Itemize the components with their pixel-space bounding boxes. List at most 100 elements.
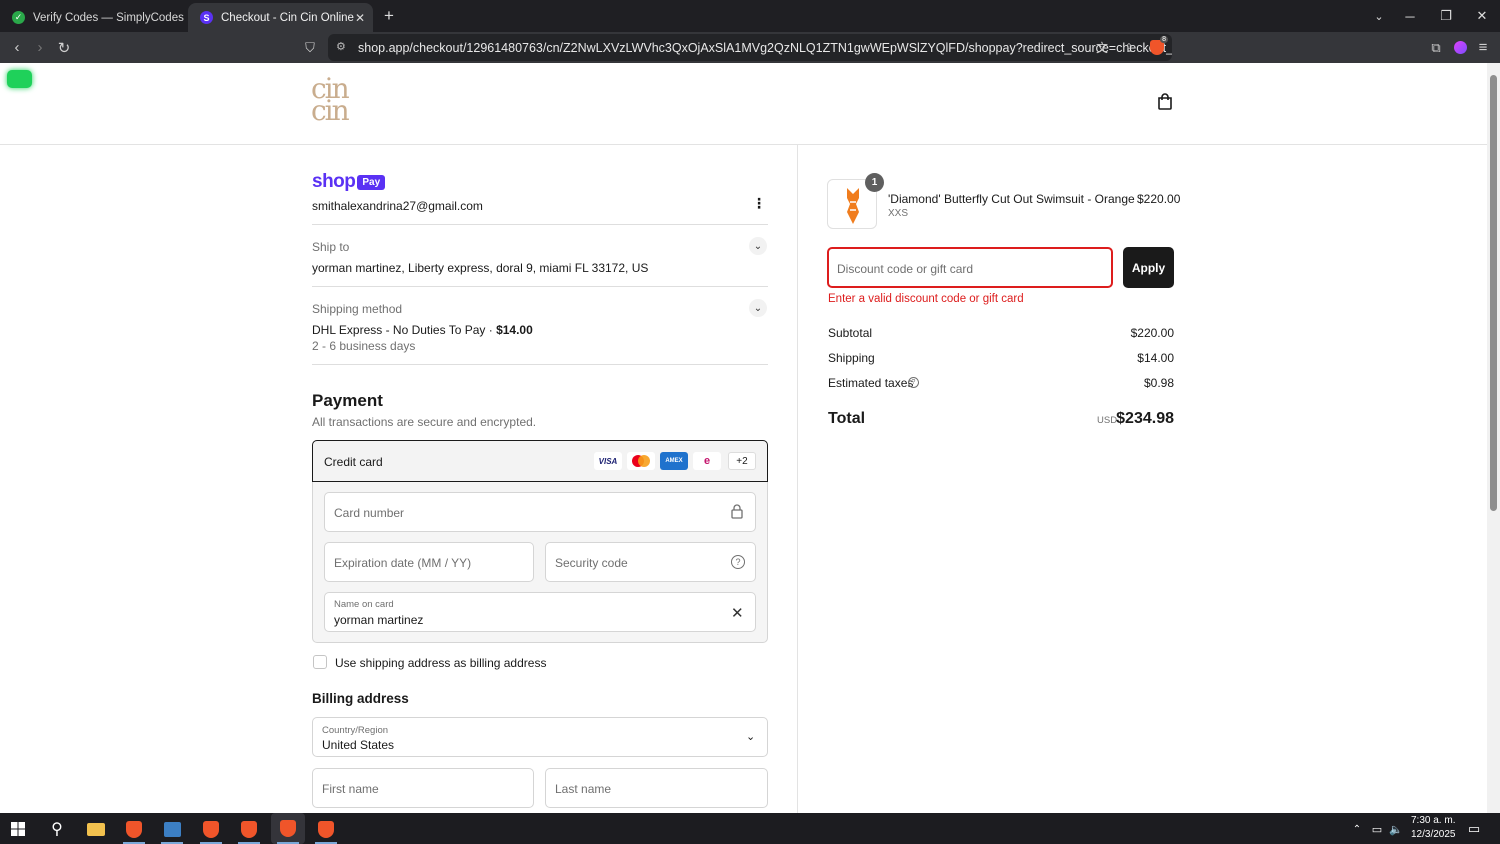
help-icon[interactable]: ? (731, 555, 745, 569)
more-cards-badge: +2 (728, 452, 756, 470)
windows-taskbar: ⚲ ⌃ ▭ 🔈 7:30 a. m. 12/3/2025 ▭ (0, 813, 1500, 844)
brave-shield-icon[interactable]: 8 (1144, 32, 1170, 63)
last-name-placeholder: Last name (555, 782, 612, 796)
pay-badge: Pay (357, 174, 386, 190)
name-on-card-label: Name on card (334, 599, 394, 610)
header-divider (0, 144, 1487, 145)
divider (312, 224, 768, 225)
file-explorer-icon[interactable] (84, 817, 108, 841)
taxes-value: $0.98 (1143, 376, 1174, 390)
extensions-icon[interactable]: ⧉ (1423, 32, 1449, 63)
billing-same-label: Use shipping address as billing address (335, 656, 547, 670)
ship-to-address: yorman martinez, Liberty express, doral … (312, 261, 649, 275)
scrollbar-thumb[interactable] (1490, 75, 1497, 511)
simplycodes-widget-icon[interactable] (7, 70, 32, 88)
checkout-page: cin cin shop Pay smithalexandrina27@gmai… (0, 63, 1487, 813)
clock-time[interactable]: 7:30 a. m. (1411, 815, 1455, 826)
shop-pay-logo: shop Pay (312, 171, 386, 193)
account-email: smithalexandrina27@gmail.com (312, 199, 483, 213)
address-bar[interactable]: ⚙ shop.app/checkout/12961480763/cn/Z2NwL… (328, 34, 1172, 61)
security-code-field[interactable]: Security code ? (545, 542, 756, 582)
site-settings-icon[interactable]: ⚙ (336, 40, 346, 53)
notifications-icon[interactable]: ▭ (1462, 817, 1486, 841)
divider (312, 286, 768, 287)
shipping-method-label: Shipping method (312, 302, 403, 316)
search-icon[interactable]: ⚲ (45, 817, 69, 841)
brave-taskbar-icon-active[interactable] (271, 813, 305, 844)
shipping-method-price: $14.00 (496, 323, 533, 337)
logo-line: cin (311, 94, 350, 127)
expiration-placeholder: Expiration date (MM / YY) (334, 556, 472, 570)
shipping-eta: 2 - 6 business days (312, 339, 416, 353)
menu-icon[interactable]: ≡ (1470, 32, 1496, 63)
translate-icon[interactable]: 文 (1089, 32, 1115, 63)
billing-heading: Billing address (312, 691, 409, 706)
minimize-icon[interactable]: ─ (1392, 0, 1428, 32)
shopping-bag-icon[interactable] (1157, 93, 1173, 110)
url-text: shop.app/checkout/12961480763/cn/Z2NwLXV… (358, 40, 1172, 55)
volume-icon[interactable]: 🔈 (1384, 817, 1408, 841)
page-scrollbar[interactable] (1487, 63, 1500, 813)
close-tab-icon[interactable]: ✕ (355, 11, 365, 25)
brave-taskbar-icon[interactable] (314, 817, 338, 841)
card-number-placeholder: Card number (334, 506, 405, 520)
apply-button[interactable]: Apply (1123, 247, 1174, 288)
discount-code-input[interactable]: Discount code or gift card (827, 247, 1113, 288)
shop-favicon-icon: S (200, 11, 213, 24)
shield-badge: 8 (1160, 36, 1168, 43)
more-options-icon[interactable]: ⋮ (752, 196, 766, 210)
discount-placeholder: Discount code or gift card (837, 262, 974, 276)
payment-subtitle: All transactions are secure and encrypte… (312, 415, 537, 429)
new-tab-icon[interactable]: + (371, 0, 407, 32)
visa-icon: VISA (594, 452, 622, 470)
shop-wordmark: shop (312, 171, 356, 192)
bookmark-icon[interactable]: ⛉ (297, 32, 323, 63)
product-name: 'Diamond' Butterfly Cut Out Swimsuit - O… (888, 192, 1135, 206)
first-name-field[interactable]: First name (312, 768, 534, 808)
tab-verify-codes[interactable]: ✓ Verify Codes — SimplyCodes (0, 3, 185, 32)
restore-icon[interactable]: ❐ (1428, 0, 1464, 32)
taxes-info-icon[interactable]: ? (908, 377, 919, 388)
shipping-method-chevron-icon[interactable]: ⌄ (749, 299, 767, 317)
close-window-icon[interactable]: ✕ (1464, 0, 1500, 32)
expiration-date-field[interactable]: Expiration date (MM / YY) (324, 542, 534, 582)
brave-taskbar-icon[interactable] (199, 817, 223, 841)
app-taskbar-icon[interactable] (160, 817, 184, 841)
credit-card-label: Credit card (324, 455, 383, 469)
discount-error: Enter a valid discount code or gift card (828, 293, 1024, 305)
tab-title: Verify Codes — SimplyCodes (33, 11, 184, 24)
country-label: Country/Region (322, 725, 389, 736)
billing-same-checkbox[interactable] (313, 655, 327, 669)
lock-icon (731, 504, 743, 524)
card-number-field[interactable]: Card number (324, 492, 756, 532)
product-price: $220.00 (1137, 192, 1181, 206)
mastercard-icon (627, 452, 655, 470)
credit-card-option[interactable]: Credit card VISA AMEX e +2 (312, 440, 768, 482)
last-name-field[interactable]: Last name (545, 768, 768, 808)
clear-icon[interactable]: ✕ (731, 604, 744, 622)
product-variant: XXS (888, 208, 909, 219)
ship-to-chevron-icon[interactable]: ⌄ (749, 237, 767, 255)
first-name-placeholder: First name (322, 782, 379, 796)
share-icon[interactable]: ⇪ (1116, 32, 1142, 63)
quantity-badge: 1 (865, 173, 884, 192)
currency-code: USD (1097, 415, 1118, 426)
shipping-value: $14.00 (1137, 351, 1174, 365)
tab-title: Checkout - Cin Cin Online (221, 11, 354, 24)
payment-heading: Payment (312, 391, 383, 410)
security-code-placeholder: Security code (555, 556, 628, 570)
tab-checkout[interactable]: S Checkout - Cin Cin Online ✕ (188, 3, 373, 32)
country-select[interactable]: Country/Region United States ⌄ (312, 717, 768, 757)
divider (312, 364, 768, 365)
brave-taskbar-icon[interactable] (122, 817, 146, 841)
clock-date[interactable]: 12/3/2025 (1411, 829, 1456, 840)
windows-start-icon[interactable] (6, 817, 30, 841)
forward-icon[interactable]: › (27, 32, 53, 63)
brave-taskbar-icon[interactable] (237, 817, 261, 841)
reload-icon[interactable]: ↻ (51, 32, 77, 63)
cincin-logo[interactable]: cin cin (311, 75, 371, 127)
column-divider (797, 145, 798, 813)
name-on-card-field[interactable]: Name on card yorman martinez ✕ (324, 592, 756, 632)
subtotal-value: $220.00 (1130, 326, 1174, 340)
elo-icon: e (693, 452, 721, 470)
